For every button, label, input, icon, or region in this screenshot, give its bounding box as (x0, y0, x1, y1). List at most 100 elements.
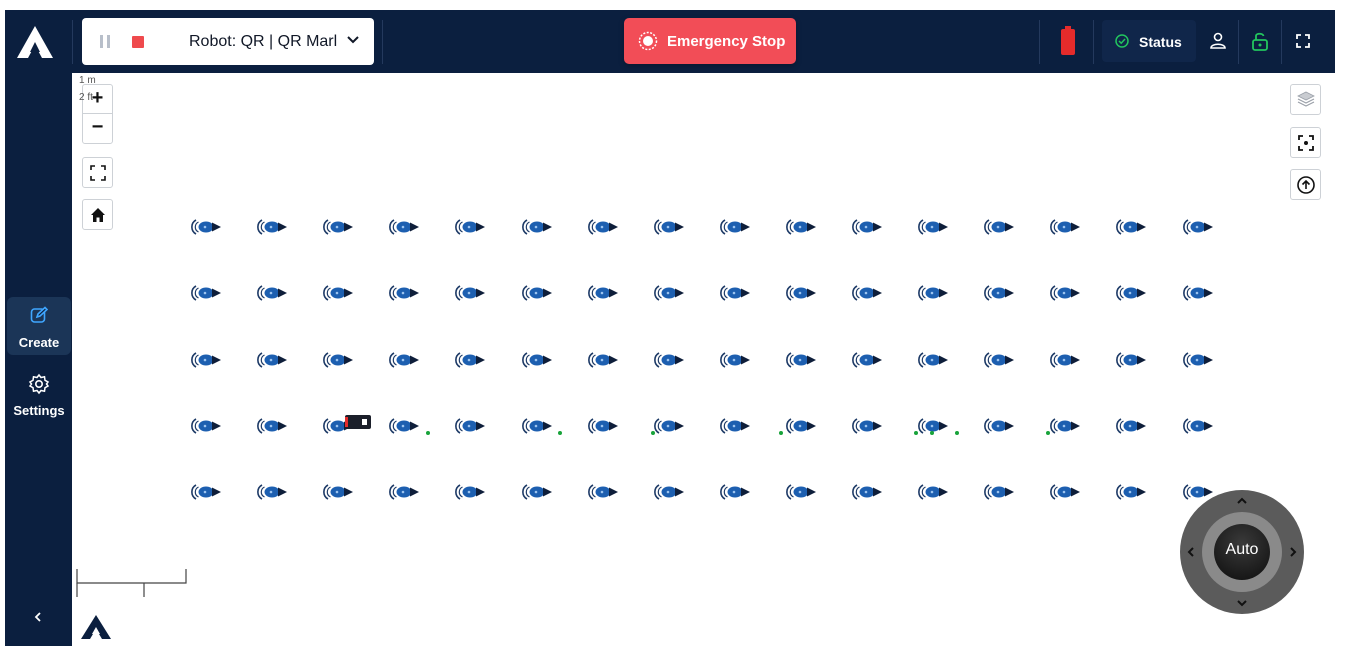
qr-marker-icon[interactable] (389, 217, 421, 237)
qr-marker-icon[interactable] (1182, 350, 1215, 370)
qr-marker-icon[interactable] (191, 283, 223, 303)
qr-marker-icon[interactable] (719, 416, 752, 436)
qr-marker-icon[interactable] (918, 482, 950, 502)
qr-marker-icon[interactable] (1050, 416, 1082, 436)
qr-marker-icon[interactable] (323, 350, 355, 370)
arrow-up-icon[interactable] (1235, 494, 1249, 508)
qr-marker-icon[interactable] (719, 217, 752, 237)
arrow-left-icon[interactable] (1184, 545, 1198, 559)
qr-marker-icon[interactable] (455, 482, 487, 502)
qr-marker-icon[interactable] (587, 482, 620, 502)
sidebar-item-create[interactable]: Create (7, 297, 71, 355)
qr-marker-icon[interactable] (852, 482, 884, 502)
map-canvas[interactable]: + − 1 m 2 ft Auto (72, 73, 1335, 646)
fullscreen-icon[interactable] (1292, 30, 1314, 52)
qr-marker-icon[interactable] (653, 283, 686, 303)
qr-marker-icon[interactable] (785, 217, 818, 237)
stop-button[interactable] (132, 36, 144, 48)
qr-marker-icon[interactable] (521, 482, 554, 502)
qr-marker-icon[interactable] (984, 416, 1016, 436)
status-button[interactable]: Status (1102, 20, 1196, 62)
qr-marker-icon[interactable] (389, 416, 421, 436)
qr-marker-icon[interactable] (455, 217, 487, 237)
qr-marker-icon[interactable] (257, 283, 289, 303)
qr-marker-icon[interactable] (521, 283, 554, 303)
qr-marker-icon[interactable] (323, 283, 355, 303)
layers-button[interactable] (1290, 84, 1321, 115)
pause-button[interactable] (100, 35, 112, 49)
qr-marker-icon[interactable] (918, 416, 950, 436)
qr-marker-icon[interactable] (719, 283, 752, 303)
qr-marker-icon[interactable] (653, 350, 686, 370)
sidebar-item-settings[interactable]: Settings (7, 370, 71, 426)
qr-marker-icon[interactable] (852, 283, 884, 303)
qr-marker-icon[interactable] (191, 350, 223, 370)
qr-marker-icon[interactable] (1116, 482, 1148, 502)
fit-view-button[interactable] (82, 157, 113, 188)
zoom-out-button[interactable]: − (83, 114, 112, 143)
qr-marker-icon[interactable] (521, 416, 554, 436)
robot-icon[interactable] (345, 415, 371, 429)
arrow-down-icon[interactable] (1235, 596, 1249, 610)
qr-marker-icon[interactable] (852, 350, 884, 370)
qr-marker-icon[interactable] (1116, 350, 1148, 370)
qr-marker-icon[interactable] (191, 482, 223, 502)
qr-marker-icon[interactable] (587, 416, 620, 436)
home-button[interactable] (82, 199, 113, 230)
qr-marker-icon[interactable] (257, 350, 289, 370)
qr-marker-icon[interactable] (719, 482, 752, 502)
qr-marker-icon[interactable] (1050, 217, 1082, 237)
user-icon[interactable] (1207, 30, 1229, 52)
qr-marker-icon[interactable] (653, 416, 686, 436)
qr-marker-icon[interactable] (1116, 283, 1148, 303)
qr-marker-icon[interactable] (984, 283, 1016, 303)
qr-marker-icon[interactable] (191, 416, 223, 436)
qr-marker-icon[interactable] (587, 350, 620, 370)
qr-marker-icon[interactable] (191, 217, 223, 237)
qr-marker-icon[interactable] (521, 217, 554, 237)
qr-marker-icon[interactable] (984, 350, 1016, 370)
qr-marker-icon[interactable] (323, 482, 355, 502)
qr-marker-icon[interactable] (1050, 482, 1082, 502)
qr-marker-icon[interactable] (785, 350, 818, 370)
qr-marker-icon[interactable] (257, 482, 289, 502)
qr-marker-icon[interactable] (653, 217, 686, 237)
emergency-stop-button[interactable]: Emergency Stop (624, 18, 796, 64)
unlock-icon[interactable] (1249, 30, 1271, 52)
qr-marker-icon[interactable] (257, 416, 289, 436)
qr-marker-icon[interactable] (653, 482, 686, 502)
qr-marker-icon[interactable] (785, 283, 818, 303)
qr-marker-icon[interactable] (587, 283, 620, 303)
qr-marker-icon[interactable] (1182, 283, 1215, 303)
qr-marker-icon[interactable] (785, 482, 818, 502)
qr-marker-icon[interactable] (455, 416, 487, 436)
qr-marker-icon[interactable] (918, 283, 950, 303)
qr-marker-icon[interactable] (918, 217, 950, 237)
qr-marker-icon[interactable] (852, 416, 884, 436)
qr-marker-icon[interactable] (719, 350, 752, 370)
qr-marker-icon[interactable] (1050, 283, 1082, 303)
qr-marker-icon[interactable] (852, 217, 884, 237)
qr-marker-icon[interactable] (785, 416, 818, 436)
qr-marker-icon[interactable] (389, 283, 421, 303)
joystick-knob[interactable]: Auto (1214, 524, 1270, 580)
orientation-button[interactable] (1290, 169, 1321, 200)
qr-marker-icon[interactable] (323, 217, 355, 237)
qr-marker-icon[interactable] (1050, 350, 1082, 370)
arrow-right-icon[interactable] (1286, 545, 1300, 559)
qr-marker-icon[interactable] (984, 217, 1016, 237)
qr-marker-icon[interactable] (521, 350, 554, 370)
qr-marker-icon[interactable] (918, 350, 950, 370)
chevron-left-icon[interactable] (31, 610, 45, 624)
qr-marker-icon[interactable] (984, 482, 1016, 502)
qr-marker-icon[interactable] (587, 217, 620, 237)
robot-selector[interactable]: Robot: QR | QR Marl (182, 18, 374, 65)
qr-marker-icon[interactable] (389, 350, 421, 370)
focus-robot-button[interactable] (1290, 127, 1321, 158)
qr-marker-icon[interactable] (389, 482, 421, 502)
qr-marker-icon[interactable] (1116, 217, 1148, 237)
qr-marker-icon[interactable] (1182, 416, 1215, 436)
qr-marker-icon[interactable] (455, 283, 487, 303)
qr-marker-icon[interactable] (257, 217, 289, 237)
qr-marker-icon[interactable] (1116, 416, 1148, 436)
